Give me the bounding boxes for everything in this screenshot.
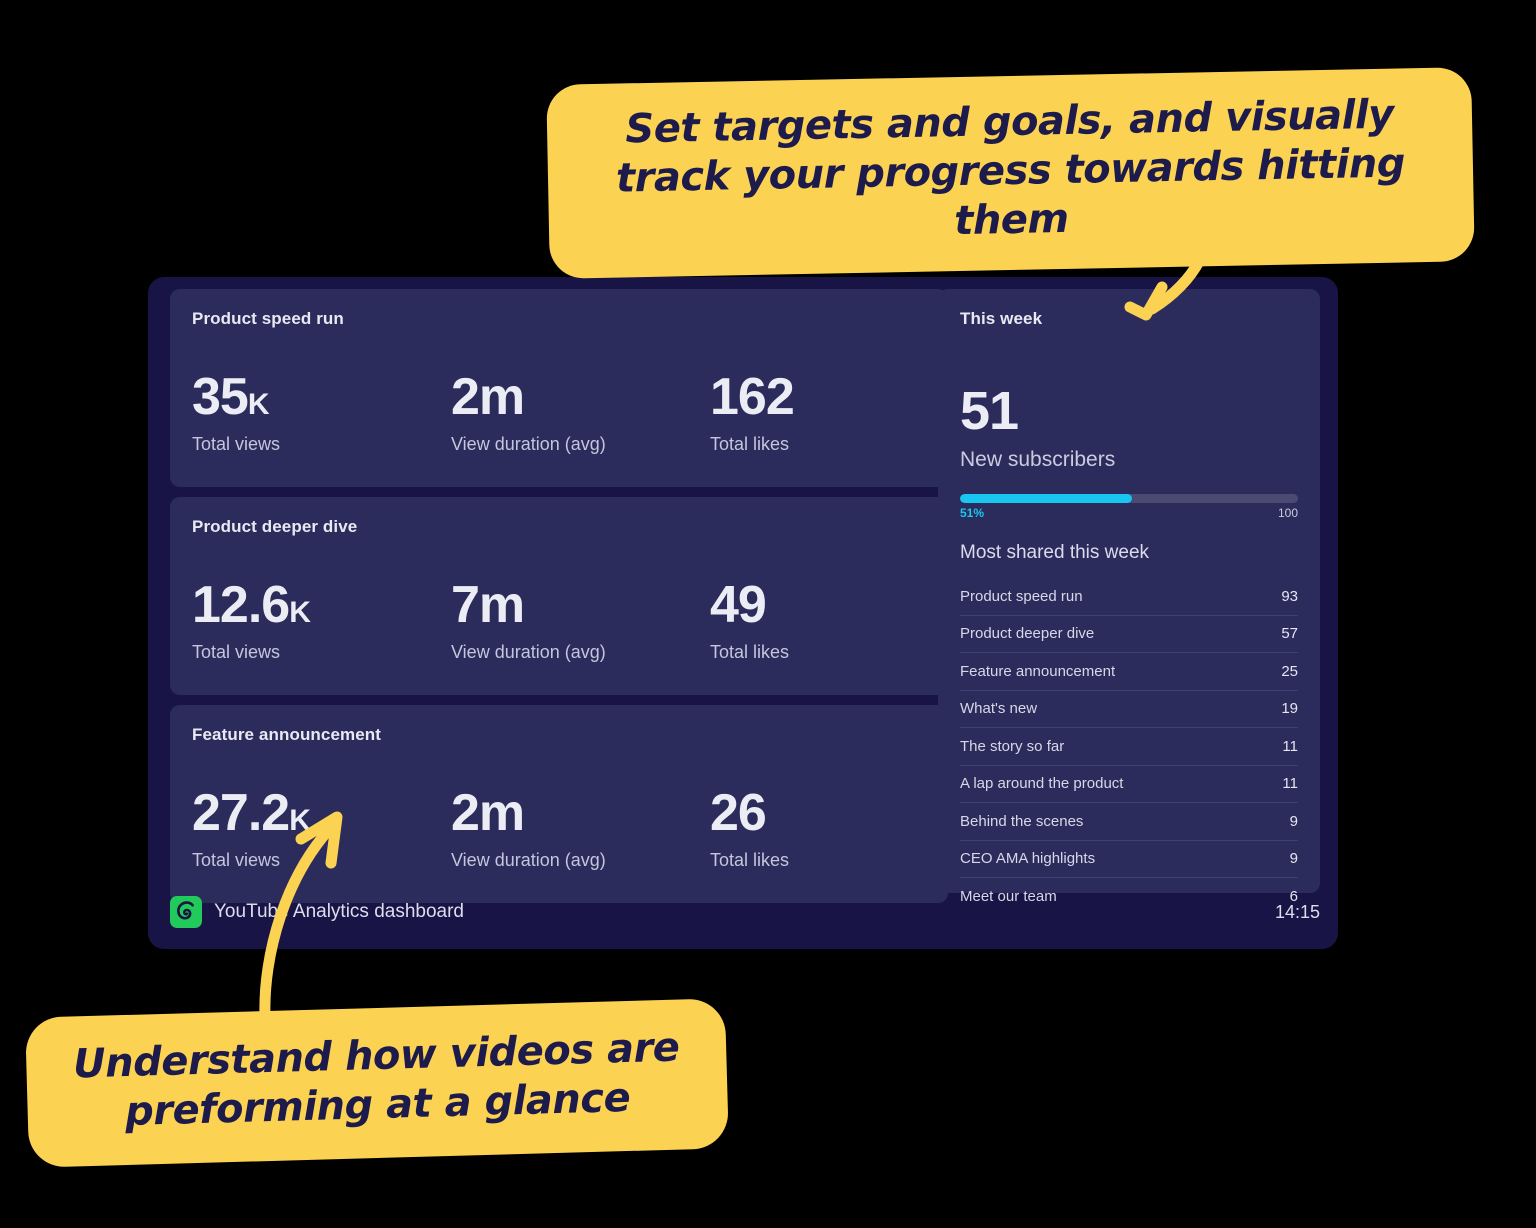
metric-number: 162 [710,368,795,426]
footer-title: YouTube Analytics dashboard [214,901,464,922]
list-item-count: 57 [1281,625,1298,643]
list-item-name: The story so far [960,737,1065,755]
list-item[interactable]: Feature announcement 25 [960,653,1298,691]
most-shared-title: Most shared this week [960,542,1150,563]
metric-number: 7m [451,576,525,634]
metric-view-duration: 2m View duration (avg) [451,371,710,455]
list-item-name: Product deeper dive [960,625,1095,643]
video-card-title: Product speed run [192,309,344,328]
list-item[interactable]: The story so far 11 [960,728,1298,766]
metric-number: 35 [192,368,249,426]
list-item[interactable]: Behind the scenes 9 [960,803,1298,841]
metric-total-likes: 162 Total likes [710,371,910,455]
metric-value: 26 [710,787,910,839]
metric-value: 162 [710,371,910,423]
most-shared-list: Product speed run 93 Product deeper dive… [960,578,1298,915]
callout-bubble-understand: Understand how videos are preforming at … [25,998,729,1168]
list-item-name: Feature announcement [960,662,1116,680]
list-item-count: 11 [1282,737,1298,755]
metric-label: Total likes [710,850,790,871]
video-card[interactable]: Product deeper dive 12.6K Total views 7m… [170,497,948,695]
metric-value: 7m [451,579,710,631]
metric-value: 27.2K [192,787,451,839]
dashboard-footer: YouTube Analytics dashboard 14:15 [170,889,1320,935]
progress-percent-label: 51% [960,506,985,520]
list-item-name: What's new [960,700,1038,718]
metric-label: Total likes [710,642,790,663]
metric-label: Total views [192,434,281,455]
metric-label: View duration (avg) [451,850,606,871]
metric-value: 35K [192,371,451,423]
metric-unit: K [289,596,311,629]
list-item[interactable]: Product deeper dive 57 [960,616,1298,653]
progress-fill [960,494,1133,503]
this-week-panel: This week 51 New subscribers 51% 100 Mos… [938,289,1320,905]
metrics-row: 12.6K Total views 7m View duration (avg)… [192,579,926,663]
footer-left: YouTube Analytics dashboard [170,896,464,928]
list-item[interactable]: CEO AMA highlights 9 [960,841,1298,878]
callout-bubble-targets: Set targets and goals, and visually trac… [546,67,1475,280]
metric-unit: K [289,804,311,837]
list-item[interactable]: A lap around the product 11 [960,766,1298,803]
subscriber-goal-progress: 51% 100 [960,494,1298,520]
metric-unit: K [247,388,270,421]
list-item-name: Behind the scenes [960,812,1084,830]
spiral-glyph [177,901,194,920]
metric-number: 12.6 [192,576,290,634]
metric-label: View duration (avg) [451,642,606,663]
metric-view-duration: 2m View duration (avg) [451,787,710,871]
metric-value: 49 [710,579,910,631]
list-item-name: A lap around the product [960,775,1124,793]
metric-label: Total views [192,850,281,871]
metric-value: 12.6K [192,579,451,631]
metrics-row: 35K Total views 2m View duration (avg) 1… [192,371,926,455]
metric-number: 27.2 [192,784,290,842]
metric-label: View duration (avg) [451,434,606,455]
progress-labels: 51% 100 [960,506,1298,520]
metric-number: 26 [710,784,767,842]
video-card[interactable]: Feature announcement 27.2K Total views 2… [170,705,948,903]
progress-max-label: 100 [1277,506,1298,520]
metric-total-views: 27.2K Total views [192,787,451,871]
list-item-name: Product speed run [960,587,1083,605]
footer-time: 14:15 [1274,901,1320,922]
metric-number: 2m [451,368,525,426]
video-cards-column: Product speed run 35K Total views 2m Vie… [170,289,948,903]
new-subscribers-label: New subscribers [960,448,1116,471]
metric-label: Total likes [710,434,790,455]
list-item-count: 19 [1281,700,1298,718]
list-item-count: 25 [1281,662,1298,680]
metric-number: 2m [451,784,525,842]
list-item-count: 9 [1289,812,1298,830]
list-item-count: 9 [1289,850,1298,868]
metrics-row: 27.2K Total views 2m View duration (avg)… [192,787,926,871]
metric-view-duration: 7m View duration (avg) [451,579,710,663]
metric-total-views: 12.6K Total views [192,579,451,663]
video-card-title: Feature announcement [192,725,382,744]
metric-label: Total views [192,642,281,663]
list-item-count: 93 [1281,587,1298,605]
list-item-count: 11 [1282,775,1298,793]
dashboard-frame: Product speed run 35K Total views 2m Vie… [148,277,1338,949]
metric-total-likes: 26 Total likes [710,787,910,871]
spiral-logo-icon [170,896,202,928]
metric-value: 2m [451,371,710,423]
progress-track [960,494,1298,503]
list-item-name: CEO AMA highlights [960,850,1096,868]
metric-total-views: 35K Total views [192,371,451,455]
this-week-title: This week [960,309,1043,328]
metric-total-likes: 49 Total likes [710,579,910,663]
list-item[interactable]: What's new 19 [960,691,1298,728]
new-subscribers-value: 51 [960,381,1019,441]
metric-number: 49 [710,576,767,634]
video-card[interactable]: Product speed run 35K Total views 2m Vie… [170,289,948,487]
dashboard-body: Product speed run 35K Total views 2m Vie… [160,289,1326,937]
list-item[interactable]: Product speed run 93 [960,578,1298,616]
video-card-title: Product deeper dive [192,517,358,536]
metric-value: 2m [451,787,710,839]
